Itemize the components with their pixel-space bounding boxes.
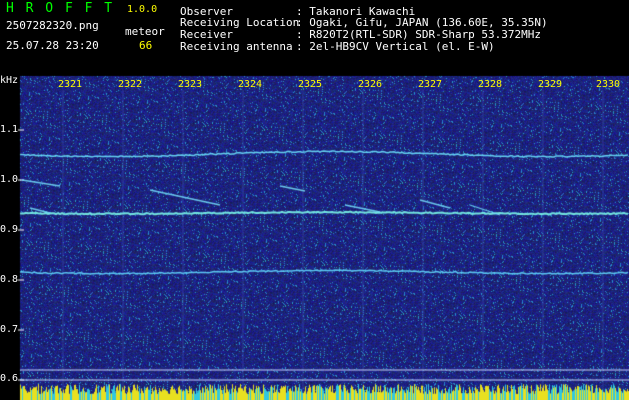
- file-name: 2507282320.png: [6, 19, 99, 32]
- x-tick-label: 2327: [418, 79, 443, 90]
- file-datetime: 25.07.28 23:20: [6, 39, 99, 52]
- meteor-label: meteor: [125, 25, 165, 38]
- header-panel: H R O F F T 1.0.0 2507282320.png 25.07.2…: [0, 0, 629, 75]
- x-tick-label: 2324: [238, 79, 263, 90]
- y-tick-label: 0.8: [0, 274, 19, 285]
- y-tick-label: 1.0: [0, 174, 19, 185]
- x-tick-label: 2326: [358, 79, 383, 90]
- x-tick-label: 2323: [178, 79, 203, 90]
- y-tick-label: 0.6: [0, 373, 19, 384]
- app-version: 1.0.0: [127, 4, 158, 15]
- info-value-antenna: : 2el-HB9CV Vertical (el. E-W): [296, 40, 495, 53]
- x-tick-label: 2329: [538, 79, 563, 90]
- y-axis-unit: kHz: [0, 75, 19, 86]
- x-tick-label: 2325: [298, 79, 323, 90]
- meteor-count: 66: [139, 39, 153, 52]
- x-tick-label: 2328: [478, 79, 503, 90]
- x-tick-label: 2330: [596, 79, 621, 90]
- app-title: H R O F F T: [6, 1, 115, 16]
- y-tick-label: 0.9: [0, 224, 19, 235]
- y-tick-label: 1.1: [0, 124, 19, 135]
- info-key-antenna: Receiving antenna: [180, 40, 293, 53]
- x-tick-label: 2321: [58, 79, 83, 90]
- x-tick-label: 2322: [118, 79, 143, 90]
- y-tick-label: 0.7: [0, 324, 19, 335]
